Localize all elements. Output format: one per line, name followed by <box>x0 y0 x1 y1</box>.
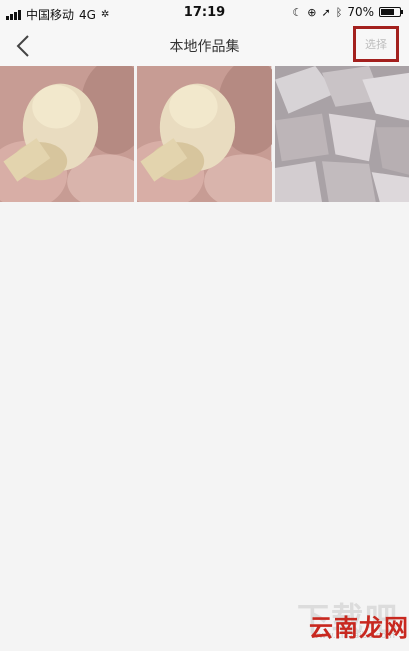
sliced-fish-photo <box>274 66 409 202</box>
photo-thumbnail-3[interactable] <box>274 66 409 202</box>
status-bar: 中国移动 4G ✲ 17:19 ☾ ⊕ ➚ ᛒ 70% <box>0 0 409 26</box>
bluetooth-icon: ᛒ <box>335 5 343 19</box>
battery-percent: 70% <box>347 5 374 19</box>
navigation-bar: 本地作品集 选择 <box>0 26 409 66</box>
status-right: ☾ ⊕ ➚ ᛒ 70% <box>292 5 403 19</box>
photo-thumbnail-1[interactable] <box>0 66 135 202</box>
photo-grid <box>0 66 409 202</box>
watermark-brand: 云南龙网 <box>309 614 409 642</box>
location-icon: ➚ <box>321 5 331 19</box>
page-title: 本地作品集 <box>169 39 240 55</box>
battery-icon <box>379 7 403 17</box>
lock-rotation-icon: ⊕ <box>307 5 317 19</box>
photo-thumbnail-2[interactable] <box>137 66 272 202</box>
moon-icon: ☾ <box>292 5 303 19</box>
select-button[interactable]: 选择 <box>353 26 399 62</box>
chicken-drumstick-photo <box>0 66 135 202</box>
chicken-drumstick-photo <box>137 66 272 202</box>
